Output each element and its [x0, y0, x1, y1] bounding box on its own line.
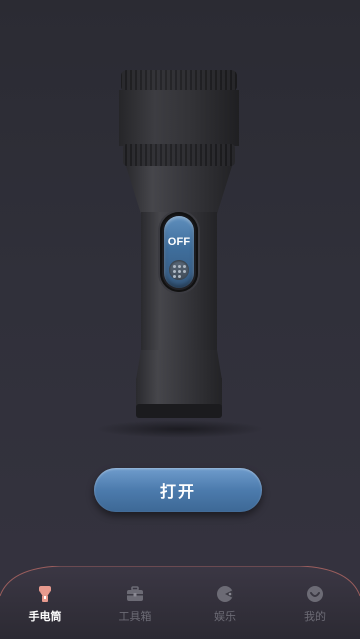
nav-label-toolbox: 工具箱 [118, 610, 152, 623]
nav-label-profile: 我的 [304, 610, 326, 623]
switch-grip-icon [169, 260, 189, 280]
gamepad-icon [217, 586, 233, 602]
toolbox-icon [127, 586, 143, 601]
power-switch[interactable]: OFF [164, 216, 194, 288]
flashlight-screen: OFF 打开 [0, 0, 360, 560]
nav-item-entertainment[interactable]: 娱乐 [180, 584, 270, 636]
flashlight-icon [39, 586, 51, 602]
nav-item-flashlight[interactable]: 手电筒 [0, 584, 90, 636]
flashlight-shadow [95, 420, 265, 438]
flashlight-illustration: OFF [0, 0, 360, 440]
nav-item-toolbox[interactable]: 工具箱 [90, 584, 180, 636]
turn-on-button[interactable]: 打开 [94, 468, 262, 512]
nav-label-flashlight: 手电筒 [28, 610, 62, 623]
nav-label-entertainment: 娱乐 [214, 610, 236, 623]
profile-icon [307, 586, 323, 602]
nav-item-profile[interactable]: 我的 [270, 584, 360, 636]
bottom-navigation: 手电筒 工具箱 娱乐 我的 [0, 566, 360, 639]
switch-state-label: OFF [167, 236, 191, 248]
